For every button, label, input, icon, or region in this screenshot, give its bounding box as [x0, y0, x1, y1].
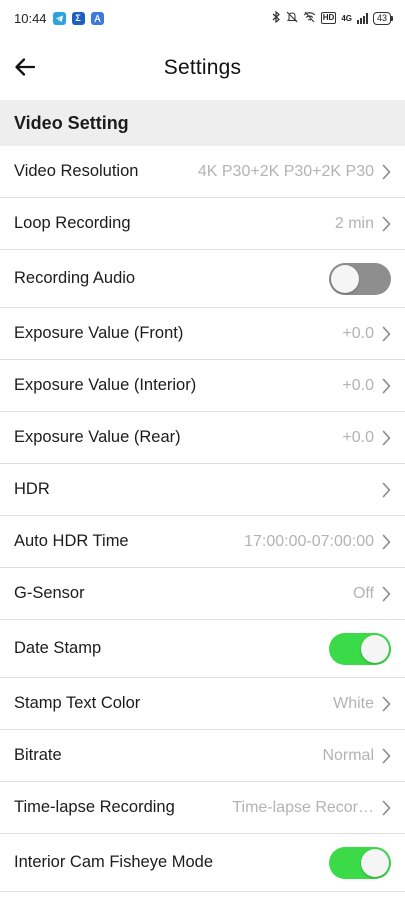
- toggle-knob: [361, 634, 389, 663]
- setting-value: 4K P30+2K P30+2K P30: [197, 162, 374, 180]
- setting-value-group: 2 min: [335, 215, 391, 233]
- setting-row-bitrate[interactable]: Bitrate Normal: [0, 730, 405, 782]
- wifi-off-icon: [303, 11, 316, 26]
- sigma-app-icon: Σ: [71, 11, 85, 25]
- setting-value-group: 4K P30+2K P30+2K P30: [198, 163, 391, 181]
- status-bar-right: HD 4G 43: [271, 10, 394, 26]
- chevron-right-icon: [382, 482, 391, 498]
- bluetooth-icon: [271, 10, 281, 26]
- setting-row-recording-audio: Recording Audio: [0, 250, 405, 308]
- setting-value-group: Off: [353, 585, 391, 603]
- chevron-right-icon: [382, 800, 391, 816]
- setting-row-exposure-interior[interactable]: Exposure Value (Interior) +0.0: [0, 360, 405, 412]
- setting-value: White: [333, 694, 374, 712]
- setting-value-group: Normal: [322, 747, 391, 765]
- app-header: Settings: [0, 36, 405, 100]
- setting-row-interior-cam-fisheye: Interior Cam Fisheye Mode: [0, 834, 405, 892]
- setting-label: Exposure Value (Front): [14, 324, 184, 342]
- antenna-app-icon: [90, 11, 104, 25]
- setting-value-group: +0.0: [342, 325, 391, 343]
- section-header-video-setting: Video Setting: [0, 100, 405, 146]
- setting-row-video-resolution[interactable]: Video Resolution 4K P30+2K P30+2K P30: [0, 146, 405, 198]
- setting-value: +0.0: [342, 428, 374, 446]
- status-time: 10:44: [14, 10, 47, 26]
- setting-value-group: [329, 262, 391, 295]
- setting-label: Exposure Value (Interior): [14, 376, 197, 394]
- telegram-icon: [52, 11, 66, 25]
- setting-value-group: White: [333, 695, 391, 713]
- chevron-right-icon: [382, 430, 391, 446]
- status-bar-left: 10:44 Σ: [14, 11, 104, 26]
- setting-value: Time-lapse Recor…: [232, 798, 374, 816]
- setting-value-group: +0.0: [342, 377, 391, 395]
- date-stamp-toggle[interactable]: [329, 632, 391, 665]
- hd-badge: HD: [320, 12, 337, 24]
- setting-value: 2 min: [334, 214, 374, 232]
- recording-audio-toggle[interactable]: [329, 262, 391, 295]
- setting-value: Normal: [322, 746, 374, 764]
- setting-label: Loop Recording: [14, 214, 131, 232]
- setting-value-group: +0.0: [342, 429, 391, 447]
- setting-value: +0.0: [342, 324, 374, 342]
- chevron-right-icon: [382, 216, 391, 232]
- setting-label: Time-lapse Recording: [14, 798, 175, 816]
- setting-label: G-Sensor: [14, 584, 85, 602]
- setting-row-g-sensor[interactable]: G-Sensor Off: [0, 568, 405, 620]
- setting-label: Recording Audio: [14, 269, 136, 287]
- setting-label: Interior Cam Fisheye Mode: [14, 853, 213, 871]
- setting-row-auto-hdr-time[interactable]: Auto HDR Time 17:00:00-07:00:00: [0, 516, 405, 568]
- chevron-right-icon: [382, 696, 391, 712]
- interior-cam-fisheye-toggle[interactable]: [329, 846, 391, 879]
- chevron-right-icon: [382, 164, 391, 180]
- setting-value-group: 17:00:00-07:00:00: [244, 533, 391, 551]
- signal-strength-icon: [356, 12, 368, 24]
- setting-label: HDR: [14, 480, 50, 498]
- back-button[interactable]: [10, 52, 40, 82]
- setting-row-exposure-front[interactable]: Exposure Value (Front) +0.0: [0, 308, 405, 360]
- setting-label: Exposure Value (Rear): [14, 428, 181, 446]
- setting-value-group: Time-lapse Recor…: [232, 799, 391, 817]
- setting-row-hdr[interactable]: HDR: [0, 464, 405, 516]
- setting-value-group: [382, 482, 391, 498]
- page-title: Settings: [163, 56, 242, 79]
- setting-row-exposure-rear[interactable]: Exposure Value (Rear) +0.0: [0, 412, 405, 464]
- bell-muted-icon: [286, 11, 298, 26]
- chevron-right-icon: [382, 748, 391, 764]
- chevron-right-icon: [382, 326, 391, 342]
- settings-list: Video Resolution 4K P30+2K P30+2K P30 Lo…: [0, 146, 405, 892]
- setting-value-group: [329, 846, 391, 879]
- toggle-knob: [361, 848, 389, 877]
- battery-icon: 43: [372, 11, 394, 25]
- network-type: 4G: [341, 13, 352, 23]
- chevron-right-icon: [382, 378, 391, 394]
- setting-value-group: [329, 632, 391, 665]
- setting-label: Date Stamp: [14, 639, 102, 657]
- setting-label: Auto HDR Time: [14, 532, 129, 550]
- toggle-knob: [331, 264, 359, 293]
- setting-label: Bitrate: [14, 746, 62, 764]
- chevron-right-icon: [382, 586, 391, 602]
- setting-row-stamp-text-color[interactable]: Stamp Text Color White: [0, 678, 405, 730]
- setting-row-time-lapse-recording[interactable]: Time-lapse Recording Time-lapse Recor…: [0, 782, 405, 834]
- setting-row-date-stamp: Date Stamp: [0, 620, 405, 678]
- setting-value: Off: [352, 584, 374, 602]
- battery-level: 43: [376, 12, 387, 23]
- status-bar: 10:44 Σ HD 4G 43: [0, 0, 405, 36]
- setting-label: Stamp Text Color: [14, 694, 141, 712]
- arrow-left-icon: [15, 58, 36, 76]
- setting-row-loop-recording[interactable]: Loop Recording 2 min: [0, 198, 405, 250]
- setting-value: +0.0: [342, 376, 374, 394]
- chevron-right-icon: [382, 534, 391, 550]
- setting-value: 17:00:00-07:00:00: [244, 532, 374, 550]
- setting-label: Video Resolution: [14, 162, 139, 180]
